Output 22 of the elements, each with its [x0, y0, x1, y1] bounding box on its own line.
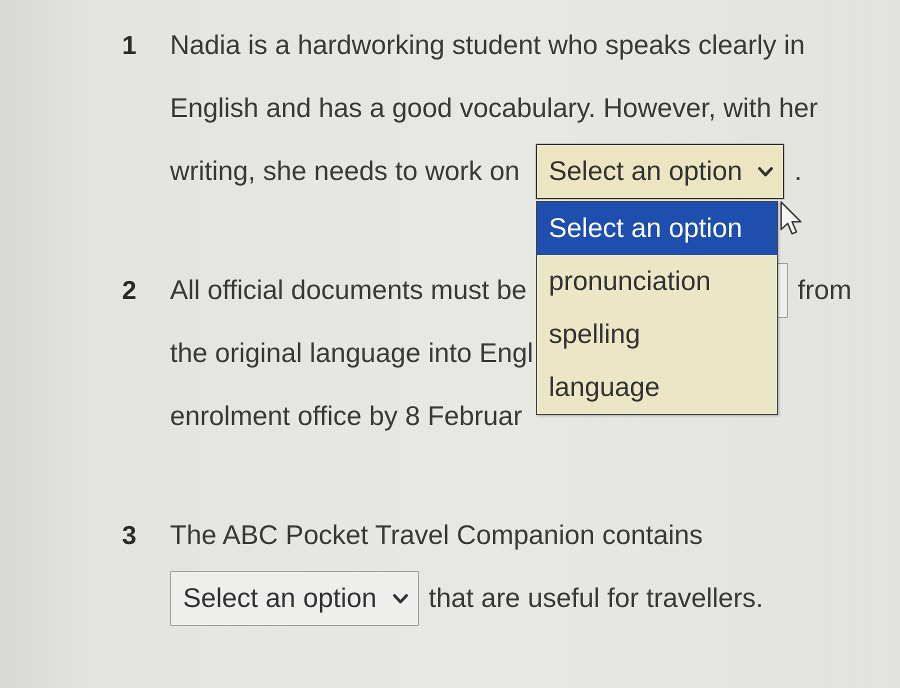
- question-text: .: [794, 155, 802, 188]
- question-text: enrolment office by 8 Februar: [170, 400, 522, 433]
- question-text: the original language into Engl: [170, 337, 534, 370]
- question-text: writing, she needs to work on: [170, 155, 520, 188]
- question-text: The ABC Pocket Travel Companion contains: [170, 519, 703, 552]
- chevron-down-icon: [392, 594, 408, 604]
- question-number: 3: [122, 520, 136, 551]
- question-text: Nadia is a hardworking student who speaks clearly in: [170, 29, 805, 62]
- question-text: that are useful for travellers.: [428, 582, 764, 615]
- question-text: from: [798, 274, 852, 307]
- dropdown-option[interactable]: Select an option: [536, 202, 777, 255]
- chevron-down-icon: [758, 166, 774, 176]
- question-number: 2: [122, 275, 136, 306]
- question-text: English and has a good vocabulary. However, with her: [170, 92, 818, 125]
- dropdown-option[interactable]: language: [536, 361, 777, 414]
- dropdown-option[interactable]: spelling: [536, 308, 777, 361]
- question-text: All official documents must be: [170, 274, 527, 307]
- dropdown[interactable]: Select an option: [170, 571, 419, 626]
- cursor-icon: [780, 201, 802, 236]
- question-number: 1: [122, 30, 136, 61]
- dropdown-option[interactable]: pronunciation: [536, 255, 777, 308]
- dropdown[interactable]: Select an option: [536, 144, 784, 199]
